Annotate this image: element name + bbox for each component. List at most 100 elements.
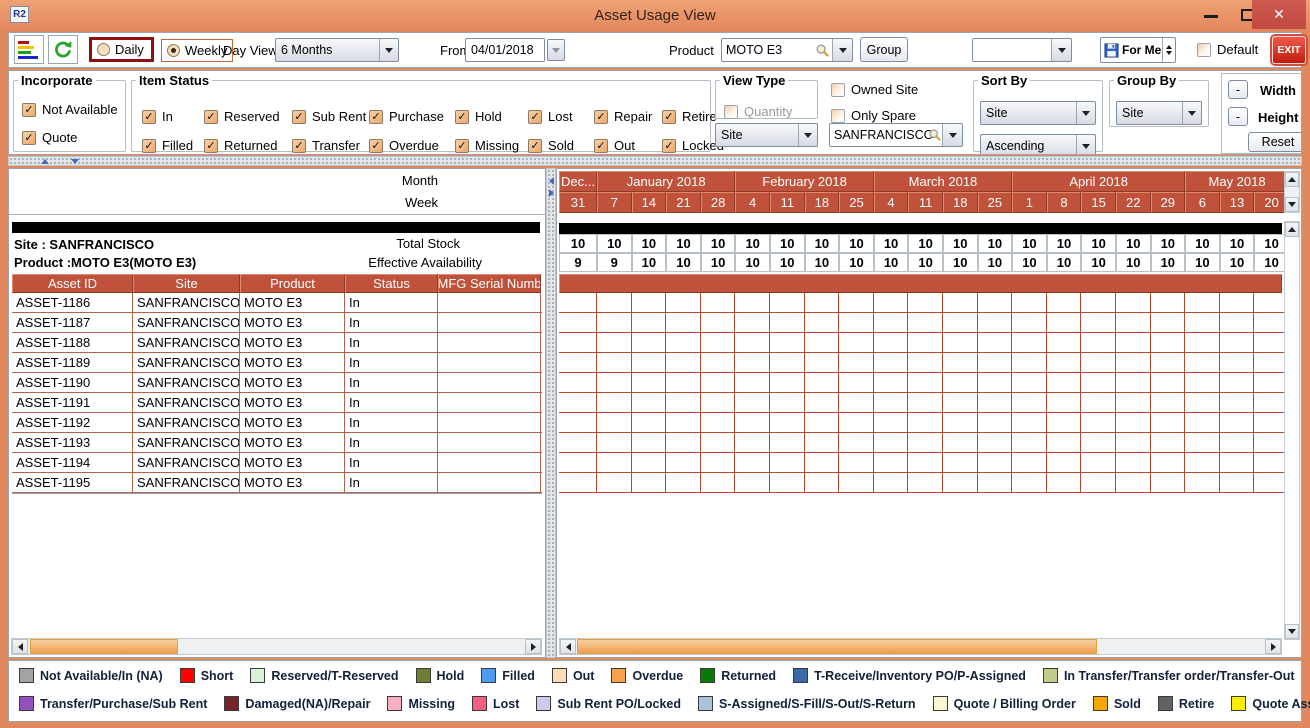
width-minus-button[interactable]: - [1228,80,1248,99]
scroll-right-button[interactable] [1265,639,1281,654]
product-combo[interactable]: MOTO E3 [721,38,853,62]
column-header[interactable]: Asset ID [12,274,133,293]
week-header-cell[interactable]: 20 [1254,192,1287,213]
checkbox-quote[interactable]: ✓Quote [22,130,118,145]
for-me-spinner[interactable] [1162,38,1175,62]
legend-icon[interactable] [14,35,44,64]
checkbox-sold[interactable]: ✓Sold [528,138,594,153]
vertical-splitter[interactable] [546,168,556,658]
scroll-track[interactable] [28,639,525,654]
checkbox-sub-rent[interactable]: ✓Sub Rent [292,109,369,124]
search-icon[interactable] [815,43,830,58]
scroll-right-button[interactable] [525,639,541,654]
scroll-down-button[interactable] [1285,197,1299,212]
table-row[interactable]: ASSET-1186SANFRANCISCOMOTO E3In [12,293,542,313]
scroll-track[interactable] [1285,187,1299,197]
checkbox-in[interactable]: ✓In [142,109,204,124]
week-header-cell[interactable]: 11 [908,192,943,213]
week-header-cell[interactable]: 7 [597,192,632,213]
close-button[interactable]: ✕ [1252,0,1306,29]
sort-direction-select[interactable]: Ascending [980,134,1096,155]
daily-radio[interactable]: Daily [89,37,154,62]
view-type-site-select[interactable]: Site [715,123,818,147]
height-minus-button[interactable]: - [1228,107,1248,126]
week-header-cell[interactable]: 25 [978,192,1013,213]
table-row[interactable]: ASSET-1190SANFRANCISCOMOTO E3In [12,373,542,393]
checkbox-repair[interactable]: ✓Repair [594,109,662,124]
checkbox-overdue[interactable]: ✓Overdue [369,138,455,153]
checkbox-out[interactable]: ✓Out [594,138,662,153]
month-header-cell[interactable]: January 2018 [597,171,735,192]
refresh-icon[interactable] [48,35,78,64]
scroll-left-button[interactable] [560,639,576,654]
group-by-select[interactable]: Site [1116,101,1202,125]
checkbox-transfer[interactable]: ✓Transfer [292,138,369,153]
table-row[interactable]: ASSET-1192SANFRANCISCOMOTO E3In [12,413,542,433]
table-row[interactable]: ASSET-1188SANFRANCISCOMOTO E3In [12,333,542,353]
column-header[interactable]: Product [240,274,345,293]
checkbox-returned[interactable]: ✓Returned [204,138,292,153]
product-field[interactable]: MOTO E3 [722,39,833,61]
main-vertical-scrollbar[interactable] [1284,221,1300,640]
site-filter-field[interactable]: SANFRANCISCO [830,124,943,146]
month-header-cell[interactable]: February 2018 [735,171,873,192]
week-header-cell[interactable]: 8 [1047,192,1082,213]
checkbox-hold[interactable]: ✓Hold [455,109,528,124]
site-filter-combo[interactable]: SANFRANCISCO [829,123,963,147]
scroll-thumb[interactable] [577,639,1097,654]
scroll-up-button[interactable] [1285,172,1299,187]
checkbox-reserved[interactable]: ✓Reserved [204,109,292,124]
checkbox-purchase[interactable]: ✓Purchase [369,109,455,124]
month-header-cell[interactable]: March 2018 [874,171,1012,192]
week-header-cell[interactable]: 28 [701,192,736,213]
header-vertical-scrollbar[interactable] [1284,171,1300,213]
checkbox-not-available[interactable]: ✓Not Available [22,102,118,117]
week-header-cell[interactable]: 6 [1185,192,1220,213]
scroll-track[interactable] [576,639,1265,654]
week-header-cell[interactable]: 18 [943,192,978,213]
column-header[interactable]: MFG Serial Numb [438,274,541,293]
checkbox-filled[interactable]: ✓Filled [142,138,204,153]
scroll-thumb[interactable] [30,639,178,654]
month-header-cell[interactable]: May 2018 [1185,171,1287,192]
saved-view-field[interactable] [973,39,1052,61]
for-me-button[interactable]: For Me [1100,37,1176,63]
from-date-dropdown-button[interactable] [547,39,565,61]
splitter-right-arrow[interactable] [549,189,554,197]
column-header[interactable]: Status [345,274,438,293]
week-header-cell[interactable]: 11 [770,192,805,213]
week-header-cell[interactable]: 15 [1081,192,1116,213]
left-horizontal-scrollbar[interactable] [11,638,542,655]
only-spare-checkbox[interactable]: Only Spare [831,108,916,123]
table-row[interactable]: ASSET-1189SANFRANCISCOMOTO E3In [12,353,542,373]
title-bar[interactable]: R2 Asset Usage View ✕ [0,0,1310,30]
table-row[interactable]: ASSET-1187SANFRANCISCOMOTO E3In [12,313,542,333]
scroll-down-button[interactable] [1285,624,1299,639]
reset-button[interactable]: Reset [1248,132,1302,152]
sort-by-field-select[interactable]: Site [980,101,1096,125]
owned-site-checkbox[interactable]: Owned Site [831,82,918,97]
month-header-cell[interactable]: Dec... [559,171,597,192]
horizontal-splitter[interactable] [8,156,1302,166]
table-row[interactable]: ASSET-1194SANFRANCISCOMOTO E3In [12,453,542,473]
week-header-cell[interactable]: 13 [1220,192,1255,213]
splitter-up-arrow[interactable] [41,159,49,164]
week-header-cell[interactable]: 21 [666,192,701,213]
minimize-button[interactable] [1204,15,1218,18]
exit-button[interactable]: EXIT [1272,36,1306,64]
week-header-cell[interactable]: 4 [735,192,770,213]
checkbox-lost[interactable]: ✓Lost [528,109,594,124]
table-row[interactable]: ASSET-1195SANFRANCISCOMOTO E3In [12,473,542,493]
right-horizontal-scrollbar[interactable] [559,638,1282,655]
splitter-left-arrow[interactable] [549,177,554,185]
saved-view-combo[interactable] [972,38,1072,62]
week-header-cell[interactable]: 18 [805,192,840,213]
default-checkbox[interactable]: Default [1197,42,1258,57]
from-date-input[interactable]: 04/01/2018 [465,38,545,62]
day-views-select[interactable]: 6 Months [275,38,399,62]
table-row[interactable]: ASSET-1191SANFRANCISCOMOTO E3In [12,393,542,413]
week-header-cell[interactable]: 4 [874,192,909,213]
scroll-up-button[interactable] [1285,222,1299,237]
group-button[interactable]: Group [860,37,908,62]
column-header[interactable]: Site [133,274,240,293]
